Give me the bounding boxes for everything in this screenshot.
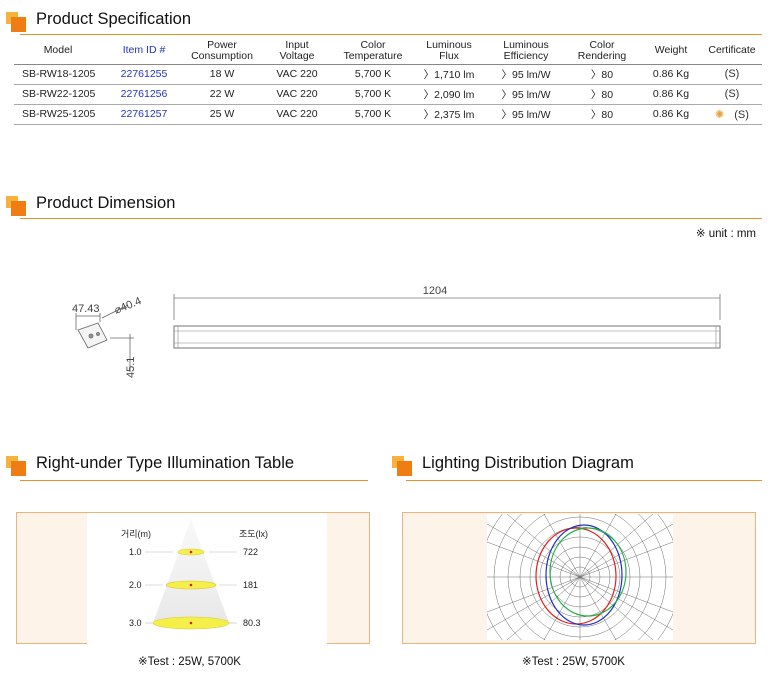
illumination-divider — [20, 480, 368, 481]
cell-color-temp: 5,700 K — [336, 64, 410, 85]
lux-header: 조도(lx) — [239, 529, 269, 539]
cell-rendering: 〉80 — [564, 64, 640, 85]
cell-flux: 〉2,375 lm — [410, 104, 488, 125]
height-label: 45.1 — [125, 357, 137, 378]
center-point — [189, 621, 193, 625]
cell-color-temp: 5,700 K — [336, 104, 410, 125]
cell-certificate: (S) — [702, 64, 762, 85]
spec-header-row: Model Item ID # Power Consumption Input Vo… — [14, 38, 762, 65]
certification-mark-icon: (S) — [734, 108, 749, 121]
distance-value: 2.0 — [129, 580, 142, 590]
cell-efficiency: 〉95 lm/W — [488, 84, 564, 105]
col-certificate: Certificate — [702, 38, 762, 65]
diameter-label: ⌀40.4 — [113, 295, 143, 317]
section-bullet-icon — [11, 201, 26, 216]
spec-title: Product Specification — [36, 10, 192, 28]
luminaire-side-view — [173, 325, 721, 349]
polar-distribution-diagram — [487, 514, 673, 640]
energy-mark-icon: ✺ — [715, 108, 725, 121]
dimension-divider — [20, 218, 762, 219]
distance-header: 거리(m) — [121, 529, 152, 539]
table-row: SB-RW25-1205 22761257 25 W VAC 220 5,700… — [14, 104, 762, 125]
illumination-cone-diagram — [145, 519, 237, 630]
cell-item-id-link[interactable]: 22761257 — [102, 104, 186, 125]
col-model: Model — [14, 38, 102, 65]
section-bullet-icon — [397, 461, 412, 476]
section-bullet-icon — [11, 17, 26, 32]
cell-efficiency: 〉95 lm/W — [488, 104, 564, 125]
light-cone — [153, 519, 229, 623]
distribution-divider — [406, 480, 762, 481]
col-efficiency: Luminous Efficiency — [488, 38, 564, 65]
cell-power: 18 W — [186, 64, 258, 85]
illumination-title: Right-under Type Illumination Table — [36, 454, 295, 472]
cell-item-id-link[interactable]: 22761256 — [102, 84, 186, 105]
distribution-box — [402, 512, 756, 644]
center-point — [189, 583, 193, 587]
col-voltage: Input Voltage — [258, 38, 336, 65]
cell-efficiency: 〉95 lm/W — [488, 64, 564, 85]
dimension-drawing: 47.43 ⌀40.4 45.1 1204 — [72, 285, 721, 378]
lux-value: 80.3 — [243, 618, 261, 628]
cell-voltage: VAC 220 — [258, 84, 336, 105]
cell-flux: 〉2,090 lm — [410, 84, 488, 105]
length-dimension-line — [173, 294, 721, 320]
col-rendering: Color Rendering — [564, 38, 640, 65]
cell-flux: 〉1,710 lm — [410, 64, 488, 85]
col-color-temp: Color Temperature — [336, 38, 410, 65]
col-item-id: Item ID # — [102, 38, 186, 65]
col-power: Power Consumption — [186, 38, 258, 65]
spec-divider — [20, 34, 762, 35]
lux-value: 722 — [243, 547, 259, 557]
distribution-caption: ※Test : 25W, 5700K — [522, 656, 625, 668]
cell-item-id-link[interactable]: 22761255 — [102, 64, 186, 85]
distance-value: 3.0 — [129, 618, 142, 628]
cell-model: SB-RW22-1205 — [14, 84, 102, 105]
dimension-title: Product Dimension — [36, 194, 176, 212]
distribution-title: Lighting Distribution Diagram — [422, 454, 634, 472]
cell-power: 22 W — [186, 84, 258, 105]
distance-value: 1.0 — [129, 547, 142, 557]
spec-table: Model Item ID # Power Consumption Input Vo… — [14, 38, 762, 125]
certification-mark-icon: (S) — [724, 88, 740, 100]
cell-model: SB-RW25-1205 — [14, 104, 102, 125]
col-flux: Luminous Flux — [410, 38, 488, 65]
section-bullet-icon — [11, 461, 26, 476]
table-row: SB-RW18-1205 22761255 18 W VAC 220 5,700… — [14, 64, 762, 85]
col-weight: Weight — [640, 38, 702, 65]
cell-weight: 0.86 Kg — [640, 64, 702, 85]
cell-voltage: VAC 220 — [258, 64, 336, 85]
cell-weight: 0.86 Kg — [640, 84, 702, 105]
cell-weight: 0.86 Kg — [640, 104, 702, 125]
center-point — [189, 550, 193, 554]
illumination-box: 거리(m) 조도(lx) 1.0 722 2.0 181 3.0 80.3 — [16, 512, 370, 651]
unit-label: ※ unit : mm — [695, 228, 756, 240]
lux-value: 181 — [243, 580, 259, 590]
cell-rendering: 〉80 — [564, 104, 640, 125]
width-label: 47.43 — [72, 303, 100, 315]
cell-model: SB-RW18-1205 — [14, 64, 102, 85]
illumination-caption: ※Test : 25W, 5700K — [138, 656, 241, 668]
cell-color-temp: 5,700 K — [336, 84, 410, 105]
length-label: 1204 — [423, 285, 447, 297]
certification-mark-icon: (S) — [724, 68, 740, 80]
table-row: SB-RW22-1205 22761256 22 W VAC 220 5,700… — [14, 84, 762, 105]
cell-certificate: ✺ (S) — [702, 104, 762, 125]
cell-voltage: VAC 220 — [258, 104, 336, 125]
cell-rendering: 〉80 — [564, 84, 640, 105]
cell-power: 25 W — [186, 104, 258, 125]
cell-certificate: (S) — [702, 84, 762, 105]
